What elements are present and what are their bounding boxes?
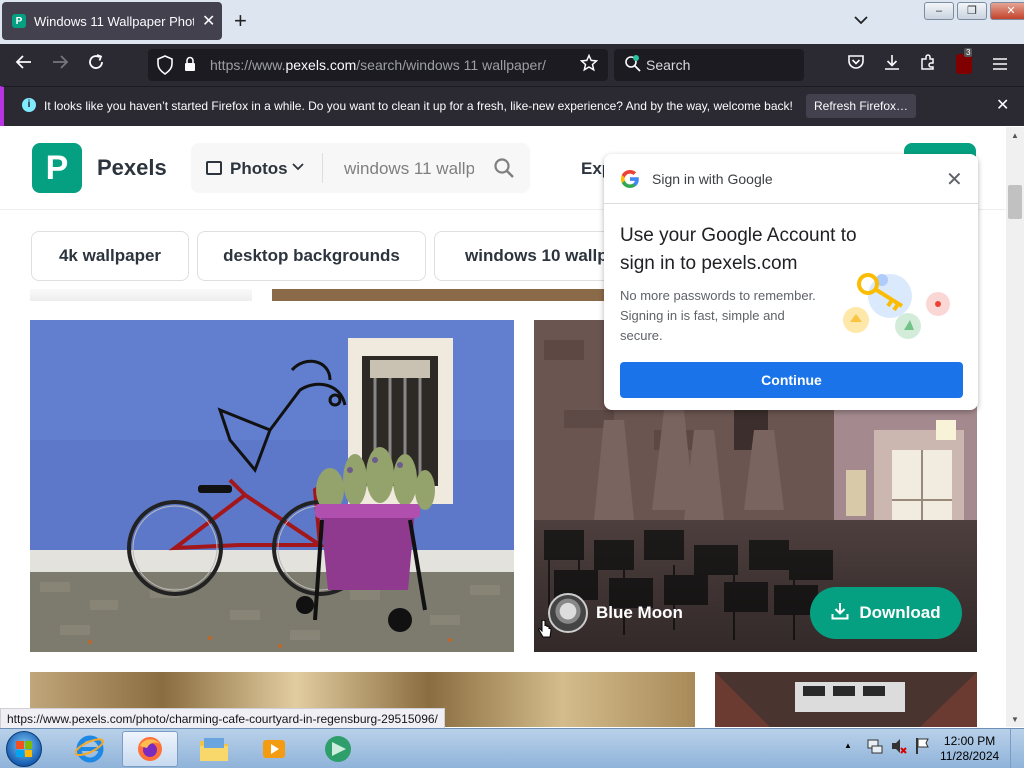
status-link-preview: https://www.pexels.com/photo/charming-ca… — [0, 708, 445, 730]
continue-button[interactable]: Continue — [620, 362, 963, 398]
folder-icon — [200, 738, 228, 761]
url-bar[interactable]: https://www.pexels.com/search/windows 11… — [148, 49, 608, 81]
lock-icon[interactable] — [184, 56, 196, 71]
chip-desktop-backgrounds[interactable]: desktop backgrounds — [197, 231, 426, 281]
internet-explorer-icon — [75, 735, 104, 763]
download-button[interactable]: Download — [810, 587, 962, 639]
avatar[interactable] — [548, 593, 588, 633]
search-icon[interactable] — [493, 157, 515, 179]
google-popup-subtext: No more passwords to remember. Signing i… — [620, 288, 816, 343]
search-placeholder: Search — [646, 57, 691, 73]
pexels-logo[interactable]: P — [32, 143, 82, 193]
action-center-flag-icon[interactable] — [914, 737, 930, 758]
photo-partial-top-left[interactable] — [30, 289, 252, 301]
tab-title: Windows 11 Wallpaper Photos, Download — [34, 13, 194, 29]
google-popup-title: Sign in with Google — [652, 171, 773, 187]
browser-tab-bar: P Windows 11 Wallpaper Photos, Download … — [0, 0, 1024, 44]
ublock-count-badge: 3 — [964, 48, 973, 57]
close-window-button[interactable]: ✕ — [990, 2, 1024, 20]
bookmark-star-icon[interactable] — [579, 53, 599, 77]
photo-icon — [206, 161, 222, 175]
extensions-icon[interactable] — [916, 53, 940, 77]
hamburger-menu-icon[interactable] — [988, 53, 1012, 77]
back-icon[interactable] — [12, 53, 36, 77]
search-divider — [322, 153, 323, 183]
close-icon[interactable]: ✕ — [946, 167, 963, 192]
tab-list-chevron-icon[interactable] — [854, 12, 868, 28]
media-type-selector[interactable]: Photos — [230, 159, 288, 179]
photo-bicycle-blue-wall[interactable] — [30, 320, 514, 652]
browser-tab-active[interactable]: P Windows 11 Wallpaper Photos, Download … — [2, 2, 222, 40]
app-icon — [325, 736, 351, 762]
browser-nav-bar: https://www.pexels.com/search/windows 11… — [0, 44, 1024, 86]
minimize-button[interactable]: ‒ — [924, 2, 954, 20]
pexels-search-input[interactable]: windows 11 wallpaper — [344, 159, 474, 179]
chevron-down-icon[interactable] — [292, 158, 304, 174]
scroll-up-arrow-icon[interactable]: ▲ — [1011, 131, 1019, 140]
volume-muted-icon[interactable] — [890, 737, 908, 758]
photo-bottom-right[interactable] — [715, 672, 977, 727]
show-desktop-button[interactable] — [1010, 729, 1024, 768]
taskbar-media-player[interactable] — [246, 731, 302, 767]
forward-icon[interactable] — [48, 53, 72, 77]
window-controls: ‒ ❐ ✕ — [924, 2, 1024, 20]
refresh-firefox-button[interactable]: Refresh Firefox… — [806, 94, 916, 118]
taskbar-clock[interactable]: 12:00 PM 11/28/2024 — [940, 734, 999, 764]
firefox-notification-bar: i It looks like you haven’t started Fire… — [0, 86, 1024, 126]
notification-message: It looks like you haven’t started Firefo… — [44, 99, 793, 113]
tab-close-icon[interactable]: ✕ — [202, 11, 215, 31]
scroll-down-arrow-icon[interactable]: ▼ — [1011, 715, 1019, 724]
reload-icon[interactable] — [84, 53, 108, 77]
google-logo-icon — [620, 169, 640, 189]
media-player-icon — [263, 740, 285, 758]
scrollbar-thumb[interactable] — [1008, 185, 1022, 219]
windows-taskbar: ▲ 12:00 PM 11/28/2024 — [0, 728, 1024, 768]
taskbar-file-explorer[interactable] — [186, 731, 242, 767]
google-popup-header: Sign in with Google ✕ — [604, 154, 978, 204]
search-input[interactable]: Search — [614, 49, 804, 81]
pexels-favicon: P — [12, 14, 26, 28]
google-signin-popup: Sign in with Google ✕ Use your Google Ac… — [604, 154, 978, 410]
taskbar-firefox[interactable] — [122, 731, 178, 767]
taskbar-app[interactable] — [310, 731, 366, 767]
key-illustration-icon — [830, 262, 956, 344]
search-engine-icon[interactable] — [624, 55, 642, 76]
downloads-icon[interactable] — [880, 53, 904, 77]
pexels-search-box: Photos windows 11 wallpaper — [191, 143, 530, 193]
author-name[interactable]: Blue Moon — [596, 603, 683, 623]
windows-logo-icon — [16, 741, 32, 757]
photo-partial-top-middle[interactable] — [272, 289, 612, 301]
ublock-origin-icon[interactable]: 3 — [956, 48, 973, 74]
chip-4k-wallpaper[interactable]: 4k wallpaper — [31, 231, 189, 281]
restore-button[interactable]: ❐ — [957, 2, 987, 20]
clock-date: 11/28/2024 — [940, 749, 1000, 763]
new-tab-button[interactable]: + — [234, 10, 247, 32]
download-icon — [831, 602, 849, 625]
notification-close-icon[interactable]: ✕ — [996, 95, 1009, 115]
pocket-icon[interactable] — [844, 53, 868, 77]
download-label: Download — [859, 603, 941, 622]
page-scrollbar[interactable]: ▲ ▼ — [1006, 127, 1024, 727]
info-icon: i — [22, 98, 36, 112]
clock-time: 12:00 PM — [943, 734, 996, 748]
taskbar-internet-explorer[interactable] — [62, 731, 118, 767]
network-icon[interactable] — [866, 737, 884, 758]
photo-author[interactable]: Blue Moon — [548, 593, 683, 633]
tracking-shield-icon[interactable] — [156, 55, 174, 80]
hand-cursor-icon — [538, 619, 552, 645]
firefox-icon — [138, 737, 162, 761]
url-text[interactable]: https://www.pexels.com/search/windows 11… — [210, 57, 546, 73]
start-button[interactable] — [6, 731, 42, 767]
pexels-brand[interactable]: Pexels — [97, 155, 167, 181]
tray-expand-icon[interactable]: ▲ — [844, 741, 852, 750]
